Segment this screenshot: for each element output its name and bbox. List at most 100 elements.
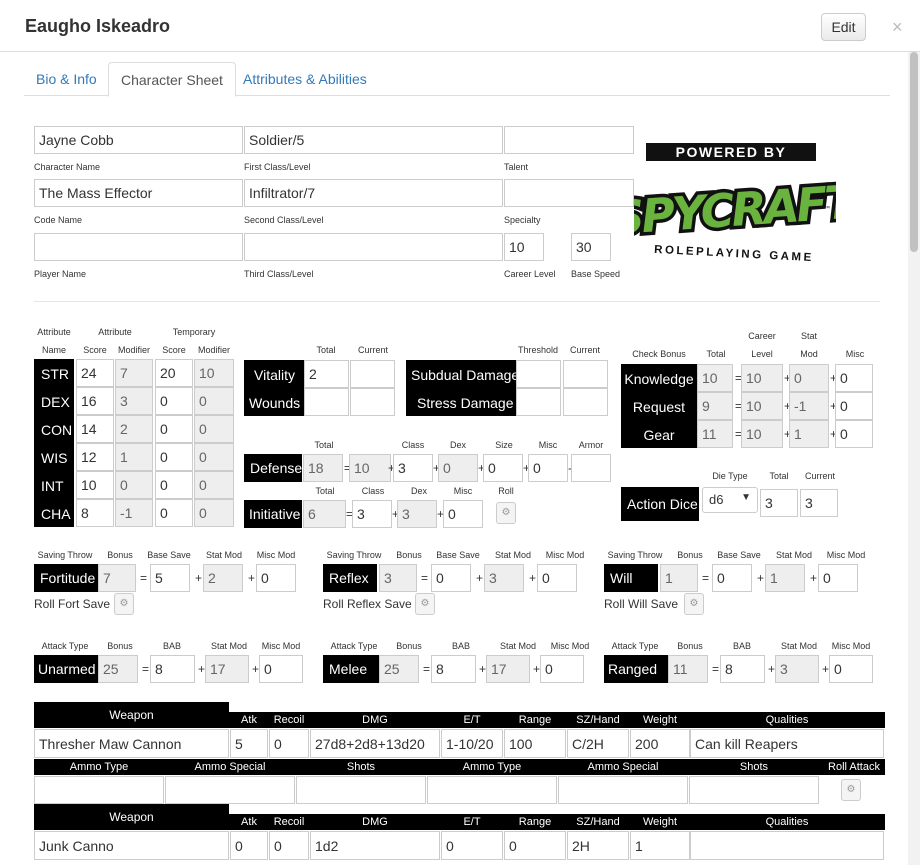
third-class-input[interactable] bbox=[244, 233, 503, 261]
defense-total-input[interactable] bbox=[303, 454, 343, 482]
temp-modifier-input[interactable] bbox=[194, 415, 234, 443]
defense-extra-input[interactable] bbox=[571, 454, 611, 482]
roll-save-button[interactable]: ⚙ bbox=[415, 593, 435, 615]
attack-misc-input[interactable] bbox=[829, 655, 873, 683]
ammo-input[interactable] bbox=[427, 776, 557, 804]
weapon-weight-input[interactable] bbox=[630, 729, 690, 758]
attack-bab-input[interactable] bbox=[720, 655, 765, 683]
save-misc-input[interactable] bbox=[537, 564, 577, 592]
save-misc-input[interactable] bbox=[256, 564, 296, 592]
attack-stat-input[interactable] bbox=[205, 655, 249, 683]
talent-input[interactable] bbox=[504, 126, 634, 154]
attribute-modifier-input[interactable] bbox=[115, 359, 153, 387]
weapon-atk-input[interactable] bbox=[230, 729, 268, 758]
initiative-total-input[interactable] bbox=[303, 500, 346, 528]
defense-armor-input[interactable] bbox=[528, 454, 568, 482]
attribute-modifier-input[interactable] bbox=[115, 471, 153, 499]
attribute-modifier-input[interactable] bbox=[115, 415, 153, 443]
attribute-score-input[interactable] bbox=[76, 359, 114, 387]
roll-save-button[interactable]: ⚙ bbox=[684, 593, 704, 615]
attack-stat-input[interactable] bbox=[486, 655, 530, 683]
vitality-current-input[interactable] bbox=[350, 360, 395, 388]
check-misc-input[interactable] bbox=[835, 364, 873, 392]
weapon-name-input[interactable] bbox=[34, 729, 229, 758]
save-bonus-input[interactable] bbox=[98, 564, 136, 592]
weapon-name-input[interactable] bbox=[34, 831, 229, 860]
ammo-input[interactable] bbox=[165, 776, 295, 804]
defense-dex-input[interactable] bbox=[393, 454, 433, 482]
die-type-select[interactable]: d6 ▼ bbox=[702, 487, 758, 513]
temp-modifier-input[interactable] bbox=[194, 359, 234, 387]
defense-class-input[interactable] bbox=[349, 454, 391, 482]
attribute-score-input[interactable] bbox=[76, 387, 114, 415]
action-dice-total-input[interactable] bbox=[760, 489, 798, 517]
attribute-modifier-input[interactable] bbox=[115, 387, 153, 415]
temp-score-input[interactable] bbox=[155, 387, 193, 415]
ammo-input[interactable] bbox=[296, 776, 426, 804]
weapon-qualities-input[interactable] bbox=[690, 729, 884, 758]
temp-modifier-input[interactable] bbox=[194, 499, 234, 527]
weapon-dmg-input[interactable] bbox=[310, 729, 440, 758]
weapon-weight-input[interactable] bbox=[630, 831, 690, 860]
roll-save-button[interactable]: ⚙ bbox=[114, 593, 134, 615]
weapon-range-input[interactable] bbox=[504, 831, 566, 860]
save-misc-input[interactable] bbox=[818, 564, 858, 592]
weapon-dmg-input[interactable] bbox=[310, 831, 440, 860]
check-career-input[interactable] bbox=[741, 392, 783, 420]
career-level-input[interactable] bbox=[504, 233, 544, 261]
tab-attributes-abilities[interactable]: Attributes & Abilities bbox=[231, 62, 379, 96]
temp-score-input[interactable] bbox=[155, 499, 193, 527]
attribute-modifier-input[interactable] bbox=[115, 499, 153, 527]
save-base-input[interactable] bbox=[150, 564, 190, 592]
check-stat-input[interactable] bbox=[789, 420, 829, 448]
defense-size-input[interactable] bbox=[438, 454, 478, 482]
temp-score-input[interactable] bbox=[155, 359, 193, 387]
save-base-input[interactable] bbox=[712, 564, 752, 592]
check-total-input[interactable] bbox=[697, 392, 733, 420]
tab-bio-info[interactable]: Bio & Info bbox=[24, 62, 109, 96]
attack-bonus-input[interactable] bbox=[668, 655, 708, 683]
stress-current-input[interactable] bbox=[563, 388, 608, 416]
attack-misc-input[interactable] bbox=[259, 655, 303, 683]
edit-button[interactable]: Edit bbox=[821, 13, 866, 41]
player-name-input[interactable] bbox=[34, 233, 243, 261]
weapon-recoil-input[interactable] bbox=[269, 831, 309, 860]
ammo-input[interactable] bbox=[689, 776, 819, 804]
initiative-class-input[interactable] bbox=[352, 500, 392, 528]
save-stat-input[interactable] bbox=[484, 564, 524, 592]
action-dice-current-input[interactable] bbox=[800, 489, 838, 517]
attribute-score-input[interactable] bbox=[76, 499, 114, 527]
weapon-recoil-input[interactable] bbox=[269, 729, 309, 758]
save-base-input[interactable] bbox=[431, 564, 471, 592]
save-bonus-input[interactable] bbox=[660, 564, 698, 592]
character-name-input[interactable] bbox=[34, 126, 243, 154]
check-stat-input[interactable] bbox=[789, 364, 829, 392]
initiative-misc-input[interactable] bbox=[443, 500, 483, 528]
subdual-threshold-input[interactable] bbox=[516, 360, 561, 388]
close-icon[interactable]: × bbox=[892, 17, 903, 38]
save-stat-input[interactable] bbox=[203, 564, 243, 592]
check-total-input[interactable] bbox=[697, 364, 733, 392]
tab-character-sheet[interactable]: Character Sheet bbox=[108, 62, 236, 97]
subdual-current-input[interactable] bbox=[563, 360, 608, 388]
save-bonus-input[interactable] bbox=[379, 564, 417, 592]
weapon-et-input[interactable] bbox=[441, 831, 503, 860]
ammo-input[interactable] bbox=[34, 776, 164, 804]
weapon-qualities-input[interactable] bbox=[690, 831, 884, 860]
check-misc-input[interactable] bbox=[835, 392, 873, 420]
attribute-score-input[interactable] bbox=[76, 415, 114, 443]
attack-bonus-input[interactable] bbox=[379, 655, 419, 683]
check-career-input[interactable] bbox=[741, 364, 783, 392]
check-stat-input[interactable] bbox=[789, 392, 829, 420]
defense-misc-input[interactable] bbox=[483, 454, 523, 482]
temp-score-input[interactable] bbox=[155, 415, 193, 443]
attack-bonus-input[interactable] bbox=[98, 655, 138, 683]
stress-threshold-input[interactable] bbox=[516, 388, 561, 416]
temp-modifier-input[interactable] bbox=[194, 471, 234, 499]
temp-modifier-input[interactable] bbox=[194, 443, 234, 471]
weapon-atk-input[interactable] bbox=[230, 831, 268, 860]
roll-attack-button[interactable]: ⚙ bbox=[841, 779, 861, 801]
base-speed-input[interactable] bbox=[571, 233, 611, 261]
temp-modifier-input[interactable] bbox=[194, 387, 234, 415]
attack-bab-input[interactable] bbox=[150, 655, 195, 683]
